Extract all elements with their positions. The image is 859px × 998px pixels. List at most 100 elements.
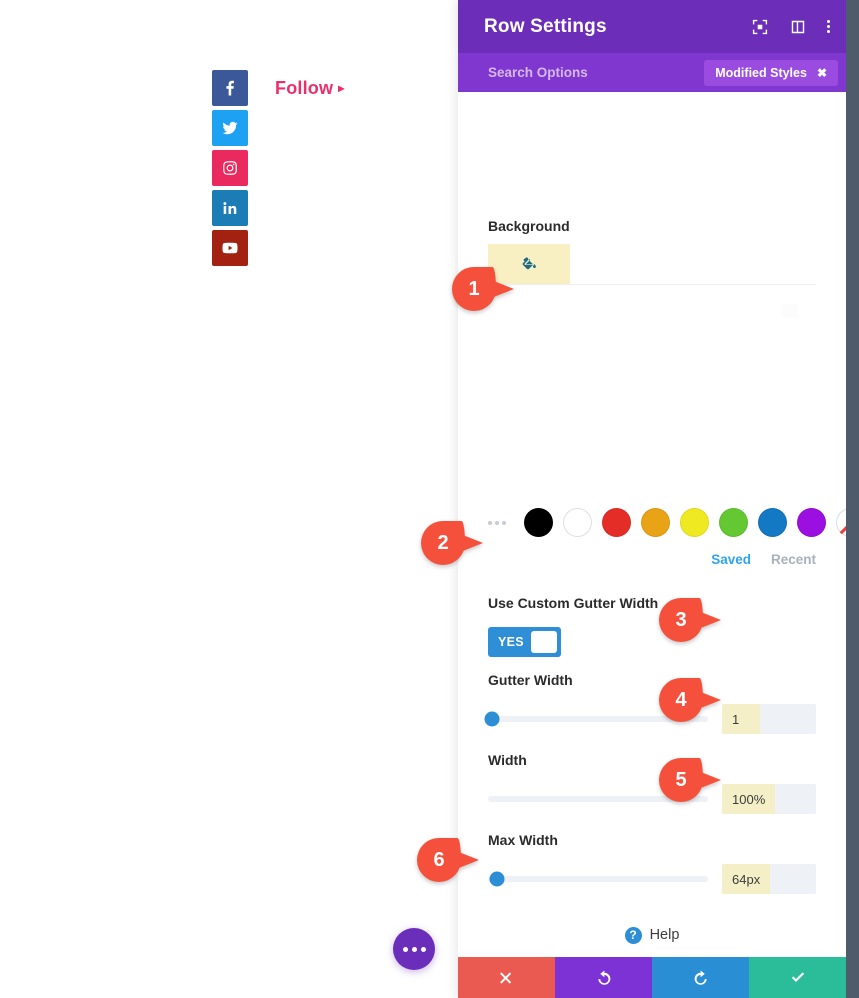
help-bar[interactable]: ? Help xyxy=(458,913,846,957)
background-tabs xyxy=(488,244,816,285)
search-input[interactable]: Search Options xyxy=(488,65,588,80)
callout-1: 1 xyxy=(452,267,514,311)
modified-styles-label: Modified Styles xyxy=(715,65,807,80)
modified-styles-badge[interactable]: Modified Styles ✖ xyxy=(704,59,838,86)
swatch-green[interactable] xyxy=(719,508,748,537)
swatch-transparent[interactable] xyxy=(836,508,846,537)
social-icon-linkedin[interactable] xyxy=(212,190,248,226)
swatch-blue[interactable] xyxy=(758,508,787,537)
custom-gutter-toggle[interactable]: YES xyxy=(488,627,561,657)
more-colors-icon[interactable] xyxy=(488,520,506,525)
dot-1 xyxy=(402,946,408,952)
callout-3-number: 3 xyxy=(675,608,687,631)
swatch-yellow[interactable] xyxy=(680,508,709,537)
website-preview: Follow ▸ xyxy=(0,0,458,998)
close-icon[interactable]: ✖ xyxy=(817,67,827,79)
layout-icon[interactable] xyxy=(789,18,807,36)
swatch-tabs: Saved Recent xyxy=(711,552,816,567)
max-width-input[interactable]: 64px xyxy=(722,864,816,894)
swatch-black[interactable] xyxy=(524,508,553,537)
cancel-button[interactable] xyxy=(458,957,555,998)
panel-search-bar: Search Options Modified Styles ✖ xyxy=(458,53,846,92)
undo-button[interactable] xyxy=(555,957,652,998)
expand-icon[interactable] xyxy=(751,18,769,36)
redo-icon xyxy=(694,970,707,985)
dot-1 xyxy=(827,20,830,23)
tab-recent[interactable]: Recent xyxy=(771,552,816,567)
callout-4-number: 4 xyxy=(675,688,687,711)
callout-2-number: 2 xyxy=(437,531,449,554)
width-value: 100% xyxy=(722,784,776,814)
max-width-value: 64px xyxy=(722,864,771,894)
panel-header-actions xyxy=(751,18,830,36)
gutter-width-input[interactable]: 1 xyxy=(722,704,816,734)
floating-options-button[interactable] xyxy=(393,928,435,970)
width-field: Width 100% xyxy=(488,752,816,814)
padding-label: Padding xyxy=(488,912,816,913)
callout-5-number: 5 xyxy=(675,768,687,791)
callout-4: 4 xyxy=(659,678,721,722)
color-picker-canvas[interactable] xyxy=(488,286,816,501)
follow-arrow-icon: ▸ xyxy=(338,81,345,95)
social-icon-facebook[interactable] xyxy=(212,70,248,106)
padding-field: Padding 24px Top C/Ɔ 16px Bottom xyxy=(488,912,816,913)
swatch-red[interactable] xyxy=(602,508,631,537)
save-button[interactable] xyxy=(749,957,846,998)
dot-2 xyxy=(495,520,499,525)
page-title: Row Settings xyxy=(484,15,607,37)
callout-6-number: 6 xyxy=(433,848,445,871)
undo-icon xyxy=(597,970,610,985)
max-width-field: Max Width 64px xyxy=(488,832,816,894)
swatch-purple[interactable] xyxy=(797,508,826,537)
picker-handle[interactable] xyxy=(782,304,798,318)
more-vertical-icon[interactable] xyxy=(827,20,830,33)
dot-3 xyxy=(827,30,830,33)
gutter-width-knob[interactable] xyxy=(484,711,500,727)
x-icon xyxy=(499,971,511,984)
max-width-knob[interactable] xyxy=(489,871,505,887)
toggle-value: YES xyxy=(498,635,524,649)
follow-label: Follow ▸ xyxy=(275,78,344,99)
help-icon: ? xyxy=(624,926,642,944)
gutter-width-field: Gutter Width 1 xyxy=(484,672,816,734)
max-width-label: Max Width xyxy=(488,832,558,848)
dot-3 xyxy=(420,946,426,952)
panel-header: Row Settings xyxy=(458,0,846,53)
width-input[interactable]: 100% xyxy=(722,784,816,814)
check-icon xyxy=(791,971,804,982)
help-label: Help xyxy=(649,927,680,943)
panel-body: Background Saved Recent Use Custom Gutte… xyxy=(458,92,846,913)
max-width-track[interactable] xyxy=(488,871,708,887)
custom-gutter-field: Use Custom Gutter Width YES xyxy=(488,595,816,657)
browser-edge-bar xyxy=(846,0,859,998)
row-settings-panel: Row Settings Search Options Modified Sty… xyxy=(458,0,846,998)
custom-gutter-label: Use Custom Gutter Width xyxy=(488,595,659,611)
social-icon-youtube[interactable] xyxy=(212,230,248,266)
social-follow-bar xyxy=(212,70,248,266)
width-label: Width xyxy=(488,752,527,768)
social-icon-instagram[interactable] xyxy=(212,150,248,186)
dot-1 xyxy=(488,520,492,525)
screenshot-root: Follow ▸ Row Settings Search Options Mod… xyxy=(0,0,859,998)
swatch-white[interactable] xyxy=(563,508,592,537)
follow-label-text: Follow xyxy=(275,78,334,98)
dot-2 xyxy=(411,946,417,952)
callout-3: 3 xyxy=(659,598,721,642)
redo-button[interactable] xyxy=(652,957,749,998)
callout-6: 6 xyxy=(417,838,479,882)
callout-2: 2 xyxy=(421,521,483,565)
max-width-slider-row: 64px xyxy=(488,864,816,894)
gutter-width-slider-row: 1 xyxy=(484,704,816,734)
social-icon-twitter[interactable] xyxy=(212,110,248,146)
background-section-label: Background xyxy=(488,218,570,234)
tab-saved[interactable]: Saved xyxy=(711,552,751,567)
callout-5: 5 xyxy=(659,758,721,802)
callout-1-number: 1 xyxy=(468,277,480,300)
dot-3 xyxy=(502,520,506,525)
panel-action-bar xyxy=(458,957,846,998)
dot-2 xyxy=(827,25,830,28)
swatch-orange[interactable] xyxy=(641,508,670,537)
width-slider-row: 100% xyxy=(488,784,816,814)
toggle-knob xyxy=(530,631,557,653)
gutter-width-value: 1 xyxy=(722,704,760,734)
